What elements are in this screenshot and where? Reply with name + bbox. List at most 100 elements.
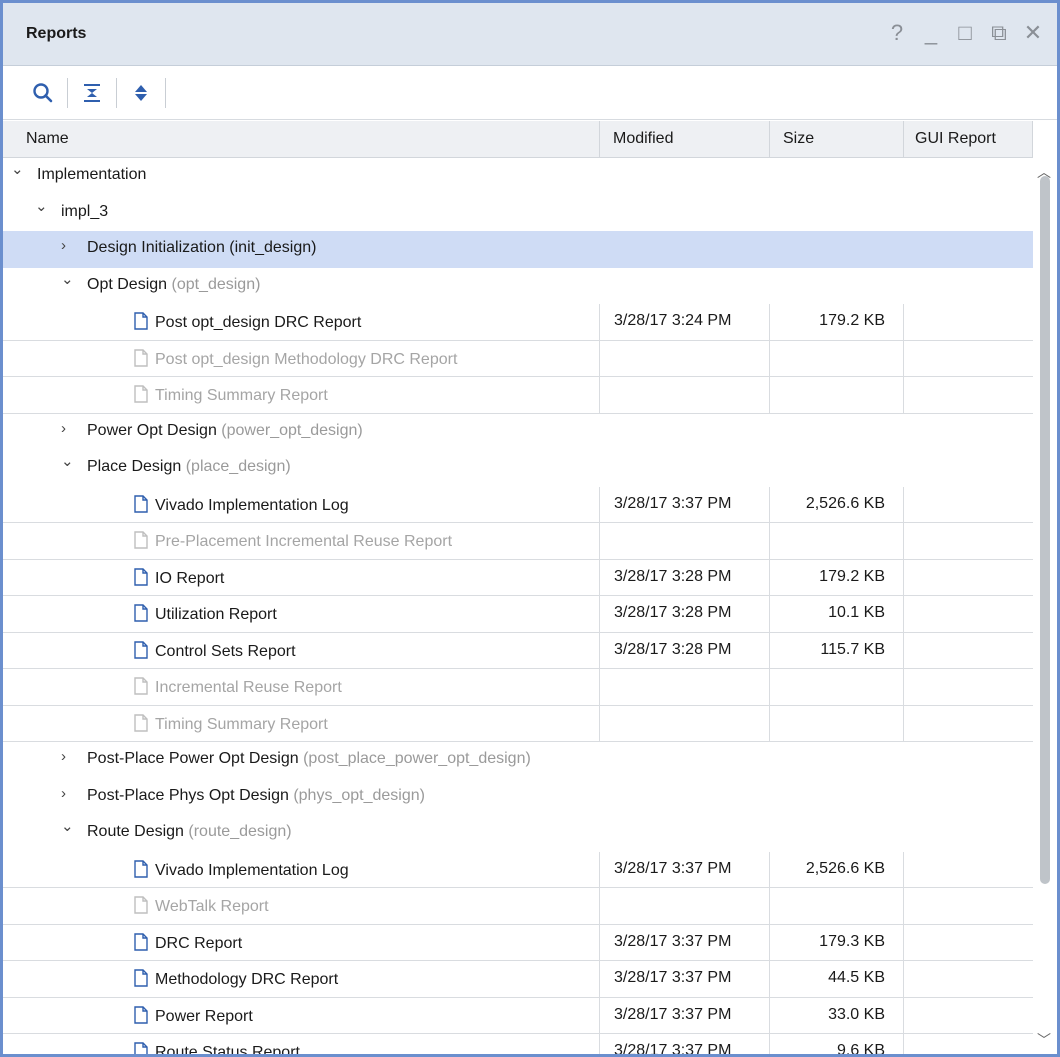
- gui-report-cell: [903, 851, 1033, 888]
- chevron-down-icon[interactable]: ⌄: [11, 160, 27, 178]
- tree-group-row[interactable]: ⌄ Implementation: [3, 158, 1033, 195]
- help-icon[interactable]: ?: [887, 21, 907, 45]
- gui-report-cell: [903, 924, 1033, 961]
- modified-cell: [599, 705, 769, 742]
- document-icon: [134, 604, 148, 622]
- document-icon: [134, 312, 148, 330]
- toolbar-separator: [165, 77, 166, 108]
- tree-group-row[interactable]: › Post-Place Phys Opt Design (phys_opt_de…: [3, 779, 1033, 816]
- col-modified[interactable]: Modified: [613, 130, 673, 148]
- document-icon: [134, 859, 148, 878]
- report-name: Incremental Reuse Report: [133, 677, 342, 697]
- size-cell: 2,526.6 KB: [769, 486, 903, 523]
- modified-cell: 3/28/17 3:37 PM: [599, 486, 769, 523]
- tree-group-row[interactable]: ⌄ Route Design (route_design): [3, 815, 1033, 852]
- report-row[interactable]: Pre-Placement Incremental Reuse Report: [3, 523, 1033, 560]
- report-row[interactable]: Utilization Report 3/28/17 3:28 PM 10.1 KB: [3, 596, 1033, 633]
- collapse-all-icon: [84, 83, 100, 102]
- tree-group-row[interactable]: › Power Opt Design (power_opt_design): [3, 414, 1033, 451]
- modified-cell: [599, 340, 769, 377]
- tree-group-row[interactable]: › Post-Place Power Opt Design (post_place…: [3, 742, 1033, 779]
- gui-report-cell: [903, 559, 1033, 596]
- chevron-down-icon[interactable]: ⌄: [35, 197, 51, 215]
- tree-group-row[interactable]: ⌄ Place Design (place_design): [3, 450, 1033, 487]
- report-name: Utilization Report: [133, 604, 277, 624]
- size-cell: [769, 377, 903, 413]
- tree-group-row[interactable]: ⌄ impl_3: [3, 195, 1033, 232]
- report-row[interactable]: Incremental Reuse Report: [3, 669, 1033, 706]
- size-cell: 10.1 KB: [769, 596, 903, 632]
- chevron-right-icon[interactable]: ›: [61, 237, 77, 254]
- report-row[interactable]: Post opt_design DRC Report 3/28/17 3:24 P…: [3, 304, 1033, 341]
- chevron-right-icon[interactable]: ›: [61, 785, 77, 802]
- panel-titlebar: Reports ? _ □ ⧉ ✕: [3, 3, 1057, 66]
- col-size[interactable]: Size: [783, 130, 814, 148]
- gui-report-cell: [903, 997, 1033, 1034]
- report-row[interactable]: Power Report 3/28/17 3:37 PM 33.0 KB: [3, 997, 1033, 1034]
- report-row[interactable]: Timing Summary Report: [3, 705, 1033, 742]
- report-name: Control Sets Report: [133, 640, 296, 661]
- minimize-icon[interactable]: _: [921, 21, 941, 45]
- expand-all-button[interactable]: [121, 73, 161, 113]
- chevron-down-icon[interactable]: ⌄: [61, 452, 77, 470]
- modified-cell: [599, 377, 769, 413]
- modified-cell: 3/28/17 3:28 PM: [599, 632, 769, 669]
- report-row[interactable]: Vivado Implementation Log 3/28/17 3:37 PM…: [3, 486, 1033, 523]
- report-tree: ⌄ Implementation ⌄ impl_3 › Design Initializa…: [3, 158, 1033, 1054]
- document-icon: [134, 1005, 148, 1024]
- report-name: Vivado Implementation Log: [133, 859, 349, 880]
- report-row[interactable]: Timing Summary Report: [3, 377, 1033, 414]
- modified-cell: [599, 523, 769, 559]
- size-cell: [769, 340, 903, 377]
- gui-report-cell: [903, 486, 1033, 523]
- search-button[interactable]: [23, 73, 63, 113]
- report-row[interactable]: Post opt_design Methodology DRC Report: [3, 340, 1033, 377]
- modified-cell: 3/28/17 3:37 PM: [599, 924, 769, 961]
- close-icon[interactable]: ✕: [1023, 21, 1043, 45]
- gui-report-cell: [903, 888, 1033, 924]
- tree-group-row[interactable]: › Design Initialization (init_design): [3, 231, 1033, 268]
- report-name: Vivado Implementation Log: [133, 494, 349, 515]
- chevron-down-icon[interactable]: ⌄: [61, 817, 77, 835]
- report-name: Post opt_design Methodology DRC Report: [133, 348, 457, 369]
- chevron-right-icon[interactable]: ›: [61, 748, 77, 765]
- report-row[interactable]: Route Status Report 3/28/17 3:37 PM 9.6 KB: [3, 1034, 1033, 1054]
- tree-group-row[interactable]: ⌄ Opt Design (opt_design): [3, 268, 1033, 305]
- col-name[interactable]: Name: [26, 130, 69, 148]
- report-row[interactable]: WebTalk Report: [3, 888, 1033, 925]
- report-row[interactable]: Methodology DRC Report 3/28/17 3:37 PM 44.…: [3, 961, 1033, 998]
- size-cell: [769, 705, 903, 742]
- vertical-scrollbar[interactable]: ︿ ﹀: [1033, 158, 1057, 1054]
- gui-report-cell: [903, 705, 1033, 742]
- modified-cell: 3/28/17 3:24 PM: [599, 304, 769, 340]
- document-icon: [134, 385, 148, 403]
- report-row[interactable]: Vivado Implementation Log 3/28/17 3:37 PM…: [3, 851, 1033, 888]
- scroll-down-icon[interactable]: ﹀: [1037, 1030, 1051, 1050]
- report-name: Methodology DRC Report: [133, 969, 338, 989]
- gui-report-cell: [903, 523, 1033, 559]
- size-cell: [769, 523, 903, 559]
- col-gui-report[interactable]: GUI Report: [915, 130, 996, 148]
- reports-panel: Reports ? _ □ ⧉ ✕ Name Modified Size GUI…: [0, 0, 1060, 1057]
- report-name: Timing Summary Report: [133, 713, 328, 734]
- document-icon: [134, 567, 148, 586]
- chevron-right-icon[interactable]: ›: [61, 420, 77, 437]
- size-cell: 179.3 KB: [769, 924, 903, 961]
- gui-report-cell: [903, 632, 1033, 669]
- float-icon[interactable]: ⧉: [989, 21, 1009, 45]
- gui-report-cell: [903, 669, 1033, 705]
- report-row[interactable]: IO Report 3/28/17 3:28 PM 179.2 KB: [3, 559, 1033, 596]
- toolbar-separator: [116, 77, 117, 108]
- document-icon: [134, 494, 148, 513]
- report-row[interactable]: DRC Report 3/28/17 3:37 PM 179.3 KB: [3, 924, 1033, 961]
- gui-report-cell: [903, 304, 1033, 340]
- maximize-icon[interactable]: □: [955, 21, 975, 45]
- collapse-all-button[interactable]: [72, 73, 112, 113]
- column-header: Name Modified Size GUI Report: [3, 121, 1033, 158]
- chevron-down-icon[interactable]: ⌄: [61, 270, 77, 288]
- report-row[interactable]: Control Sets Report 3/28/17 3:28 PM 115.7 …: [3, 632, 1033, 669]
- gui-report-cell: [903, 377, 1033, 413]
- scrollbar-thumb[interactable]: [1040, 176, 1050, 884]
- size-cell: 179.2 KB: [769, 559, 903, 596]
- tree-group-label: Post-Place Power Opt Design (post_place_…: [87, 750, 531, 767]
